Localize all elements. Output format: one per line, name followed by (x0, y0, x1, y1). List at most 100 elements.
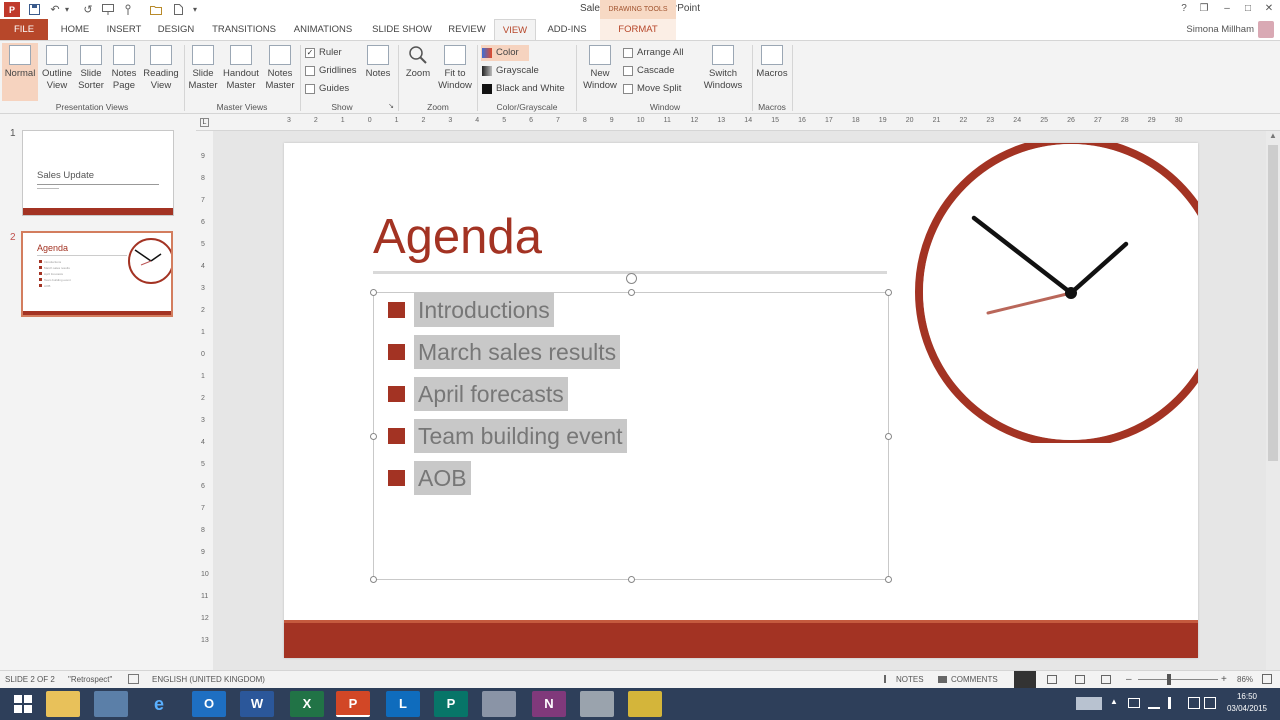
user-name[interactable]: Simona Millham (1186, 22, 1254, 37)
tab-insert[interactable]: INSERT (100, 19, 148, 40)
notes-master-button[interactable]: Notes Master (262, 43, 298, 101)
maximize-button[interactable]: □ (1239, 1, 1257, 17)
zoom-slider-track[interactable] (1138, 679, 1218, 680)
internet-explorer-icon[interactable]: e (142, 691, 176, 717)
bullet-item[interactable]: April forecasts (388, 373, 568, 415)
lync-icon[interactable]: L (386, 691, 420, 717)
publisher-icon[interactable]: P (434, 691, 468, 717)
resize-handle[interactable] (885, 433, 892, 440)
bullet-item[interactable]: March sales results (388, 331, 621, 373)
tab-animations[interactable]: ANIMATIONS (288, 19, 358, 40)
ruler-checkbox[interactable]: ✓ Ruler (304, 45, 360, 61)
app-icon[interactable] (482, 691, 516, 717)
horizontal-ruler[interactable]: L 3 2 1 0 1 2 3 4 5 6 7 8 9 10 11 12 13 14 15 16 17 18 19 20 21 2… (196, 114, 1280, 131)
notes-page-button[interactable]: Notes Page (108, 43, 140, 101)
volume-icon[interactable] (1168, 697, 1178, 709)
tab-format[interactable]: FORMAT (600, 19, 676, 40)
tab-home[interactable]: HOME (52, 19, 98, 40)
tab-review[interactable]: REVIEW (444, 19, 490, 40)
reading-view-status-icon[interactable] (1075, 675, 1085, 684)
handout-master-button[interactable]: Handout Master (221, 43, 261, 101)
zoom-button[interactable]: Zoom (400, 43, 436, 101)
vertical-ruler[interactable]: 9 8 7 6 5 4 3 2 1 0 1 2 3 4 5 6 7 8 9 10 11 12 13 (196, 131, 213, 670)
language-bar-icon[interactable] (1204, 697, 1216, 709)
snipping-tool-icon[interactable] (628, 691, 662, 717)
network-icon[interactable] (1148, 697, 1160, 709)
content-placeholder[interactable]: Introductions March sales results April … (370, 273, 892, 583)
slide-thumbnail-1[interactable]: Sales Update (22, 130, 174, 216)
bullet-item[interactable]: AOB (388, 457, 471, 499)
comments-toggle[interactable]: COMMENTS (951, 671, 998, 688)
fit-to-window-button[interactable]: Fit to Window (436, 43, 474, 101)
notification-icon[interactable] (1188, 697, 1200, 709)
spell-check-icon[interactable] (128, 674, 139, 684)
tab-file[interactable]: FILE (0, 19, 48, 40)
minimize-button[interactable]: – (1218, 1, 1236, 17)
excel-icon[interactable]: X (290, 691, 324, 717)
tab-transitions[interactable]: TRANSITIONS (206, 19, 282, 40)
show-hidden-icons[interactable]: ▲ (1110, 697, 1120, 707)
tab-slide-show[interactable]: SLIDE SHOW (366, 19, 438, 40)
onenote-icon[interactable]: N (532, 691, 566, 717)
close-button[interactable]: ✕ (1260, 1, 1278, 17)
gridlines-checkbox[interactable]: Gridlines (304, 63, 360, 79)
tab-add-ins[interactable]: ADD-INS (540, 19, 594, 40)
remote-desktop-icon[interactable] (94, 691, 128, 717)
slide-thumbnail-2[interactable]: Agenda Introductions March sales results… (21, 231, 173, 317)
normal-view-status-icon[interactable] (1014, 671, 1036, 688)
fit-slide-icon[interactable] (1262, 674, 1272, 684)
notes-toggle[interactable]: NOTES (896, 671, 924, 688)
guides-checkbox[interactable]: Guides (304, 81, 360, 97)
zoom-out-button[interactable]: – (1126, 671, 1132, 688)
tab-selector-icon[interactable]: L (200, 118, 209, 127)
color-button[interactable]: Color (481, 45, 529, 61)
word-icon[interactable]: W (240, 691, 274, 717)
resize-handle[interactable] (370, 576, 377, 583)
reading-view-button[interactable]: Reading View (142, 43, 180, 101)
rotate-handle-icon[interactable] (626, 273, 637, 284)
clock-icon[interactable] (910, 143, 1198, 443)
slideshow-status-icon[interactable] (1101, 675, 1111, 684)
zoom-level[interactable]: 86% (1237, 671, 1253, 688)
bullet-item[interactable]: Team building event (388, 415, 627, 457)
resize-handle[interactable] (885, 289, 892, 296)
move-split-button[interactable]: Move Split (622, 81, 688, 97)
grayscale-button[interactable]: Grayscale (481, 63, 571, 79)
bullet-item[interactable]: Introductions (388, 289, 554, 331)
windows-start-icon[interactable] (6, 691, 40, 717)
show-dialog-launcher-icon[interactable]: ↘ (386, 102, 396, 110)
ribbon-display-options-icon[interactable]: ❐ (1195, 1, 1213, 17)
arrange-all-button[interactable]: Arrange All (622, 45, 692, 61)
switch-windows-button[interactable]: Switch Windows (696, 43, 750, 101)
zoom-in-button[interactable]: + (1221, 671, 1227, 688)
vertical-scrollbar[interactable]: ▲ (1266, 131, 1280, 670)
battery-icon[interactable] (1128, 698, 1140, 708)
powerpoint-taskbar-icon[interactable]: P (336, 691, 370, 717)
tab-design[interactable]: DESIGN (152, 19, 200, 40)
tab-view[interactable]: VIEW (494, 19, 536, 40)
resize-handle[interactable] (628, 576, 635, 583)
slide-sorter-status-icon[interactable] (1047, 675, 1057, 684)
slide-title[interactable]: Agenda (373, 209, 542, 265)
resize-handle[interactable] (370, 289, 377, 296)
user-avatar[interactable] (1258, 21, 1274, 38)
normal-view-button[interactable]: Normal (2, 43, 38, 101)
resize-handle[interactable] (370, 433, 377, 440)
outlook-icon[interactable]: O (192, 691, 226, 717)
zoom-slider-thumb[interactable] (1167, 674, 1171, 685)
file-explorer-icon[interactable] (46, 691, 80, 717)
new-window-button[interactable]: New Window (580, 43, 620, 101)
language-indicator[interactable]: ENGLISH (UNITED KINGDOM) (152, 671, 265, 688)
slide-sorter-button[interactable]: Slide Sorter (76, 43, 106, 101)
system-clock[interactable]: 16:50 03/04/2015 (1222, 691, 1272, 715)
slide-master-button[interactable]: Slide Master (186, 43, 220, 101)
slide-canvas[interactable]: Agenda Introductions March sales results… (284, 143, 1198, 658)
slide-counter[interactable]: SLIDE 2 OF 2 (5, 671, 55, 688)
notes-button[interactable]: Notes (362, 43, 394, 101)
outline-view-button[interactable]: Outline View (39, 43, 75, 101)
cascade-button[interactable]: Cascade (622, 63, 682, 79)
app-icon[interactable] (580, 691, 614, 717)
resize-handle[interactable] (885, 576, 892, 583)
resize-handle[interactable] (628, 289, 635, 296)
keyboard-icon[interactable] (1076, 697, 1102, 710)
